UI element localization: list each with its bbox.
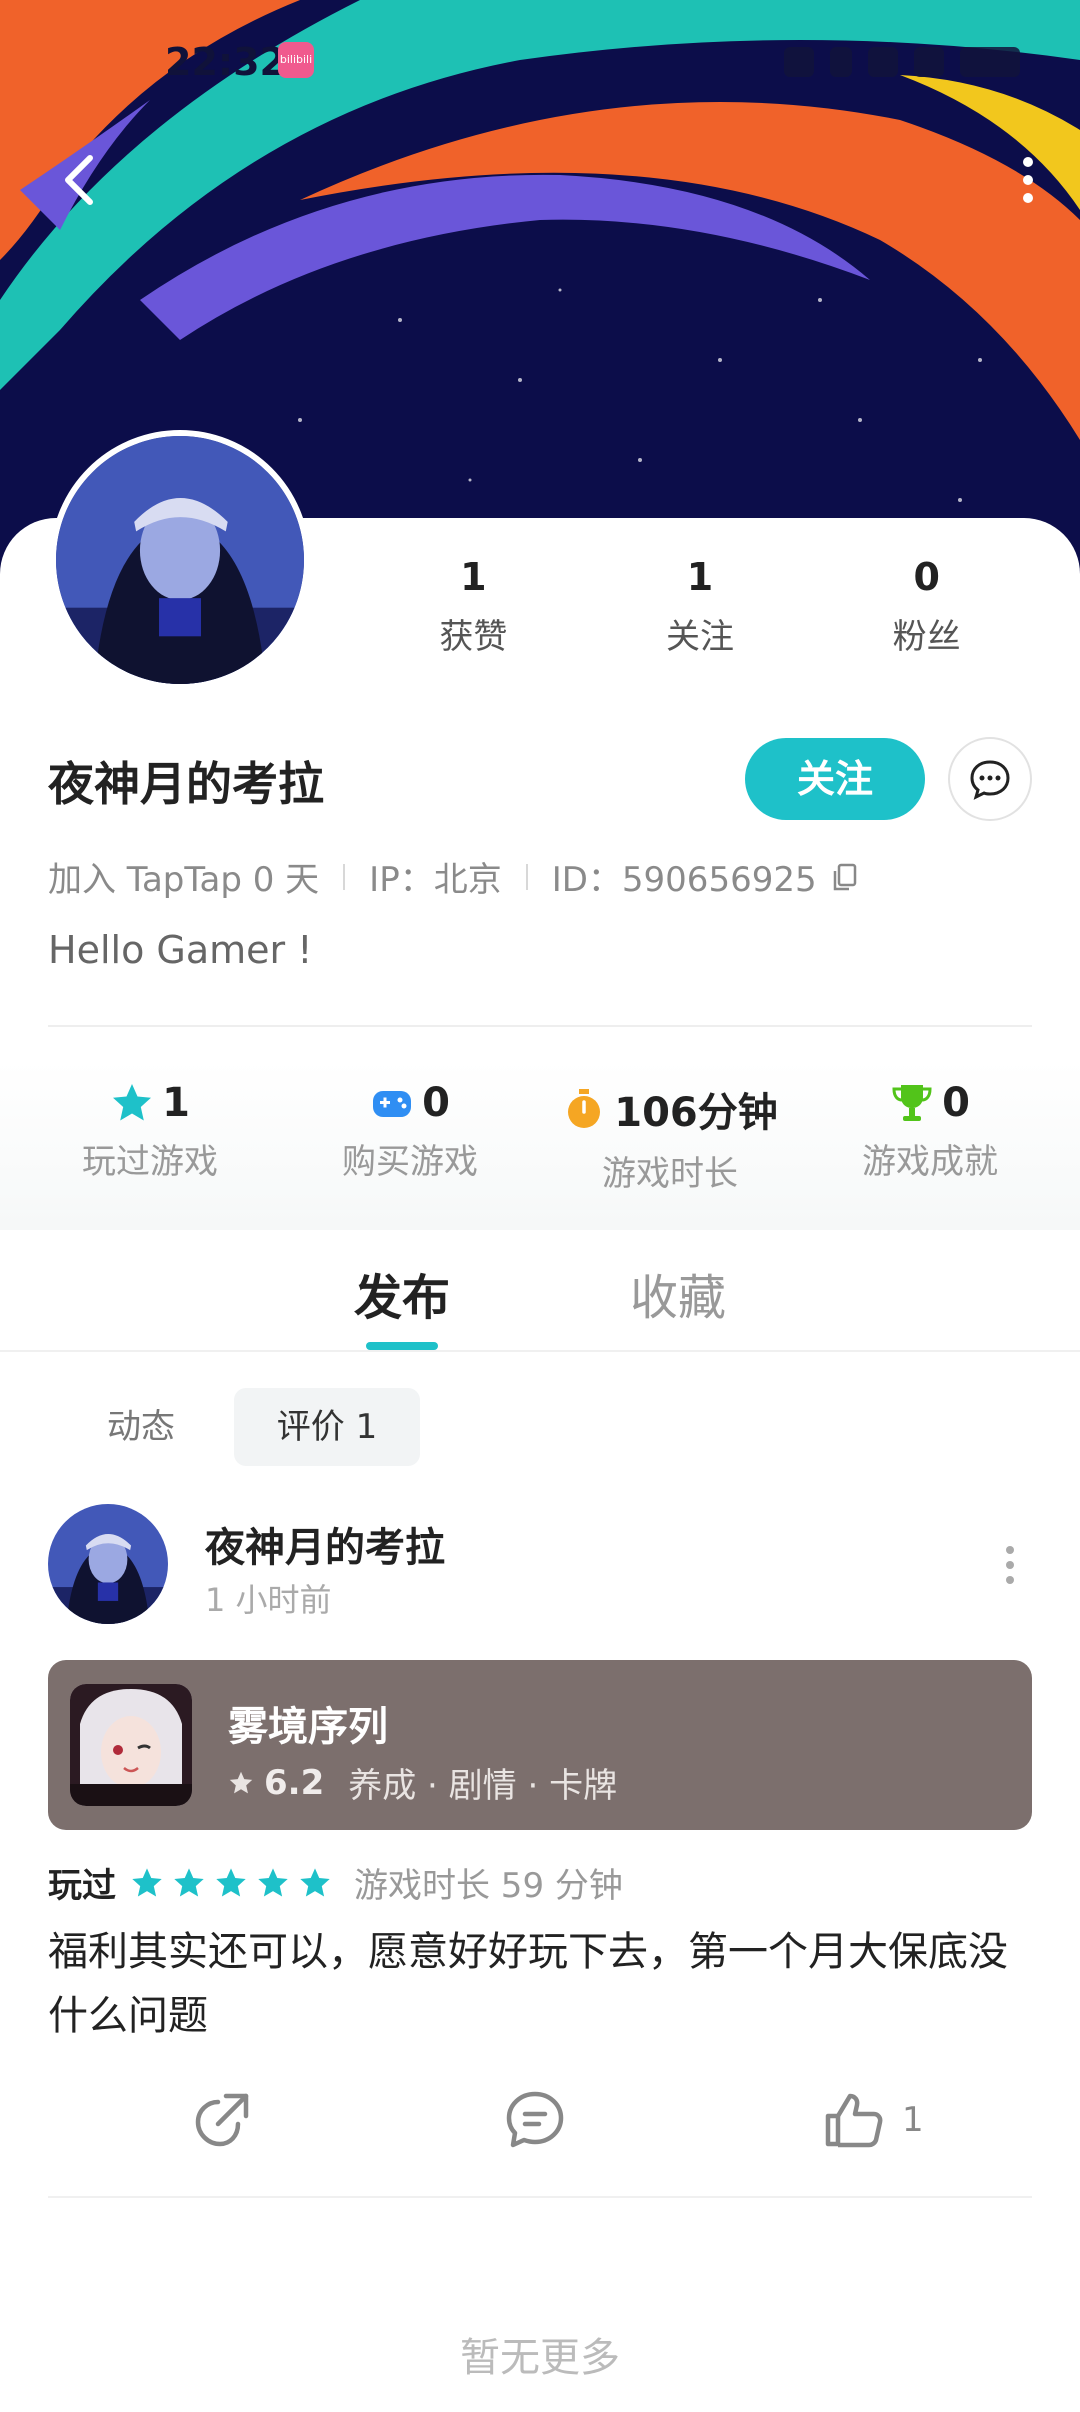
review-play-time: 游戏时长 59 分钟 — [354, 1866, 623, 1906]
profile-avatar[interactable] — [50, 430, 310, 690]
game-tags: 养成 · 剧情 · 卡牌 — [348, 1766, 618, 1806]
message-button[interactable] — [948, 737, 1032, 821]
meta-divider — [525, 863, 528, 890]
stat-value: 1 — [460, 555, 487, 599]
profile-meta: 加入 TapTap 0 天 IP：北京 ID：590656925 — [48, 852, 861, 901]
stat-achievements[interactable]: 0 游戏成就 — [800, 1060, 1060, 1230]
copy-icon[interactable] — [829, 861, 861, 893]
star-icon — [216, 1867, 246, 1897]
stat-value: 1 — [686, 555, 714, 599]
subtab-reviews[interactable]: 评价 1 — [234, 1388, 420, 1466]
back-button[interactable] — [52, 150, 112, 210]
content-tabs: 发布 收藏 — [0, 1230, 1080, 1352]
status-indicators — [784, 44, 1020, 80]
post-more-button[interactable] — [990, 1540, 1030, 1590]
divider — [48, 2196, 1032, 2198]
bought-games-value: 0 — [422, 1080, 450, 1126]
ip-location: IP：北京 — [369, 860, 502, 900]
played-games-label: 玩过游戏 — [82, 1142, 218, 1182]
more-vertical-icon — [1006, 1546, 1014, 1584]
stat-likes[interactable]: 1 获赞 — [360, 555, 587, 665]
stat-play-time[interactable]: 106分钟 游戏时长 — [540, 1060, 800, 1230]
star-icon — [132, 1867, 162, 1897]
user-id: ID：590656925 — [551, 860, 817, 900]
profile-stats: 1 获赞 1 关注 0 粉丝 — [360, 555, 1040, 665]
stat-label: 粉丝 — [892, 617, 961, 657]
achievements-label: 游戏成就 — [862, 1142, 998, 1182]
post-author-avatar[interactable] — [48, 1504, 168, 1624]
played-label: 玩过 — [48, 1866, 116, 1906]
comment-icon — [506, 2091, 564, 2148]
status-bar: 22:32 bilibili — [0, 30, 1080, 90]
chat-bubble-icon — [970, 760, 1010, 800]
avatar-image — [48, 1504, 168, 1624]
reviewed-game-card[interactable]: 雾境序列 6.2 养成 · 剧情 · 卡牌 — [48, 1660, 1032, 1830]
share-button[interactable] — [190, 2080, 254, 2160]
profile-username: 夜神月的考拉 — [48, 757, 324, 811]
game-icon — [70, 1684, 192, 1806]
game-rating: 6.2 — [264, 1762, 325, 1803]
stat-played-games[interactable]: 1 玩过游戏 — [20, 1060, 280, 1230]
battery-icon — [960, 47, 1020, 77]
more-vertical-icon — [1023, 157, 1033, 203]
stat-label: 获赞 — [439, 617, 508, 657]
rating-star-icon — [229, 1771, 253, 1793]
star-icon — [174, 1867, 204, 1897]
signal-icon — [914, 47, 944, 77]
join-duration: 加入 TapTap 0 天 — [48, 860, 320, 900]
played-games-value: 1 — [162, 1080, 190, 1126]
post-author-name[interactable]: 夜神月的考拉 — [205, 1515, 445, 1573]
game-stats: 1 玩过游戏 0 购买游戏 106分钟 游戏时长 0 游戏成就 — [0, 1060, 1080, 1230]
no-more-indicator: 暂无更多 — [460, 2335, 620, 2381]
active-tab-indicator — [366, 1342, 438, 1350]
play-time-label: 游戏时长 — [602, 1154, 738, 1194]
gamepad-icon — [373, 1091, 412, 1117]
stat-followers[interactable]: 0 粉丝 — [813, 555, 1040, 665]
meta-divider — [343, 863, 346, 890]
play-time-value: 106分钟 — [614, 1090, 778, 1136]
subtab-moments[interactable]: 动态 — [88, 1388, 194, 1466]
tab-posts[interactable]: 发布 — [354, 1258, 450, 1328]
post-timestamp: 1 小时前 — [205, 1581, 332, 1619]
review-text[interactable]: 福利其实还可以，愿意好好玩下去，第一个月大保底没什么问题 — [48, 1920, 1038, 2048]
post-actions: 1 — [0, 2080, 1080, 2160]
game-title: 雾境序列 — [228, 1704, 388, 1750]
share-icon — [195, 2093, 249, 2147]
review-stars — [130, 1866, 332, 1900]
network-speed-icon — [830, 47, 852, 77]
stat-following[interactable]: 1 关注 — [587, 555, 814, 665]
stat-bought-games[interactable]: 0 购买游戏 — [280, 1060, 540, 1230]
achievements-value: 0 — [942, 1080, 970, 1126]
chevron-left-icon — [65, 155, 93, 205]
like-button[interactable]: 1 — [822, 2080, 924, 2160]
bilibili-app-icon: bilibili — [278, 42, 314, 78]
stat-label: 关注 — [666, 617, 734, 657]
profile-bio: Hello Gamer ! — [48, 928, 313, 972]
avatar-image — [56, 436, 304, 684]
alarm-icon — [784, 47, 814, 77]
tab-favorites[interactable]: 收藏 — [630, 1258, 726, 1328]
thumbs-up-icon — [825, 2093, 883, 2148]
bought-games-label: 购买游戏 — [342, 1142, 478, 1182]
wifi-icon — [868, 47, 898, 77]
follow-button[interactable]: 关注 — [745, 738, 925, 820]
game-info: 6.2 养成 · 剧情 · 卡牌 — [228, 1758, 617, 1807]
trophy-icon — [892, 1085, 932, 1121]
game-cover-image — [70, 1684, 192, 1806]
stat-value: 0 — [913, 555, 940, 599]
comment-button[interactable] — [503, 2080, 567, 2160]
star-icon — [113, 1084, 152, 1121]
star-icon — [258, 1867, 288, 1897]
more-options-button[interactable] — [1008, 150, 1048, 210]
stopwatch-icon — [568, 1089, 601, 1128]
status-time: 22:32 — [165, 40, 286, 84]
divider — [48, 1025, 1032, 1027]
star-icon — [300, 1867, 330, 1897]
like-count: 1 — [902, 2100, 924, 2140]
review-rating-line: 玩过 游戏时长 59 分钟 — [48, 1858, 623, 1907]
